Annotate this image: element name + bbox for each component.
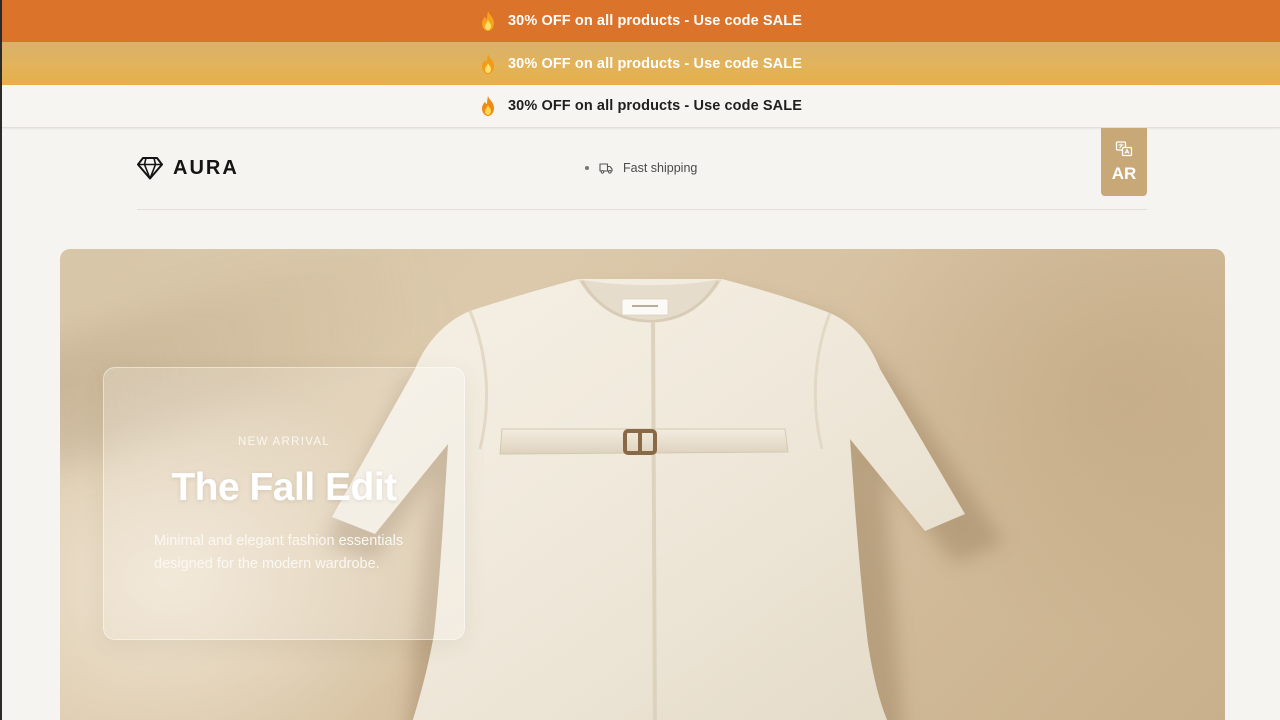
feature-label: Fast shipping (623, 161, 698, 175)
hero-title: The Fall Edit (171, 466, 397, 509)
language-toggle-button[interactable]: AR (1101, 128, 1147, 196)
hero-card: NEW ARRIVAL The Fall Edit Minimal and el… (103, 367, 465, 640)
feature-fast-shipping: Fast shipping (585, 161, 697, 175)
flame-icon (482, 11, 495, 31)
flame-icon (482, 96, 495, 116)
flame-icon (482, 53, 495, 74)
truck-icon (599, 163, 613, 174)
language-label: AR (1111, 164, 1137, 183)
translate-icon (1115, 141, 1133, 157)
hero-banner[interactable]: NEW ARRIVAL The Fall Edit Minimal and el… (60, 249, 1225, 720)
promo-text: 30% OFF on all products - Use code SALE (508, 98, 802, 114)
hero-eyebrow: NEW ARRIVAL (237, 436, 331, 448)
promo-text: 30% OFF on all products - Use code SALE (508, 55, 802, 72)
bullet-dot (585, 166, 589, 170)
brand-logo[interactable]: AURA (137, 156, 239, 180)
diamond-icon (137, 157, 163, 180)
promo-bar-1: 30% OFF on all products - Use code SALE (2, 0, 1280, 42)
promo-bar-3: 30% OFF on all products - Use code SALE (2, 85, 1280, 128)
promo-text: 30% OFF on all products - Use code SALE (508, 13, 802, 29)
promo-bar-2: 30% OFF on all products - Use code SALE (2, 42, 1280, 85)
hero-description: Minimal and elegant fashion essentials d… (154, 533, 404, 572)
site-header: AURA Fast shipping AR (137, 128, 1147, 210)
brand-name: AURA (173, 156, 239, 179)
